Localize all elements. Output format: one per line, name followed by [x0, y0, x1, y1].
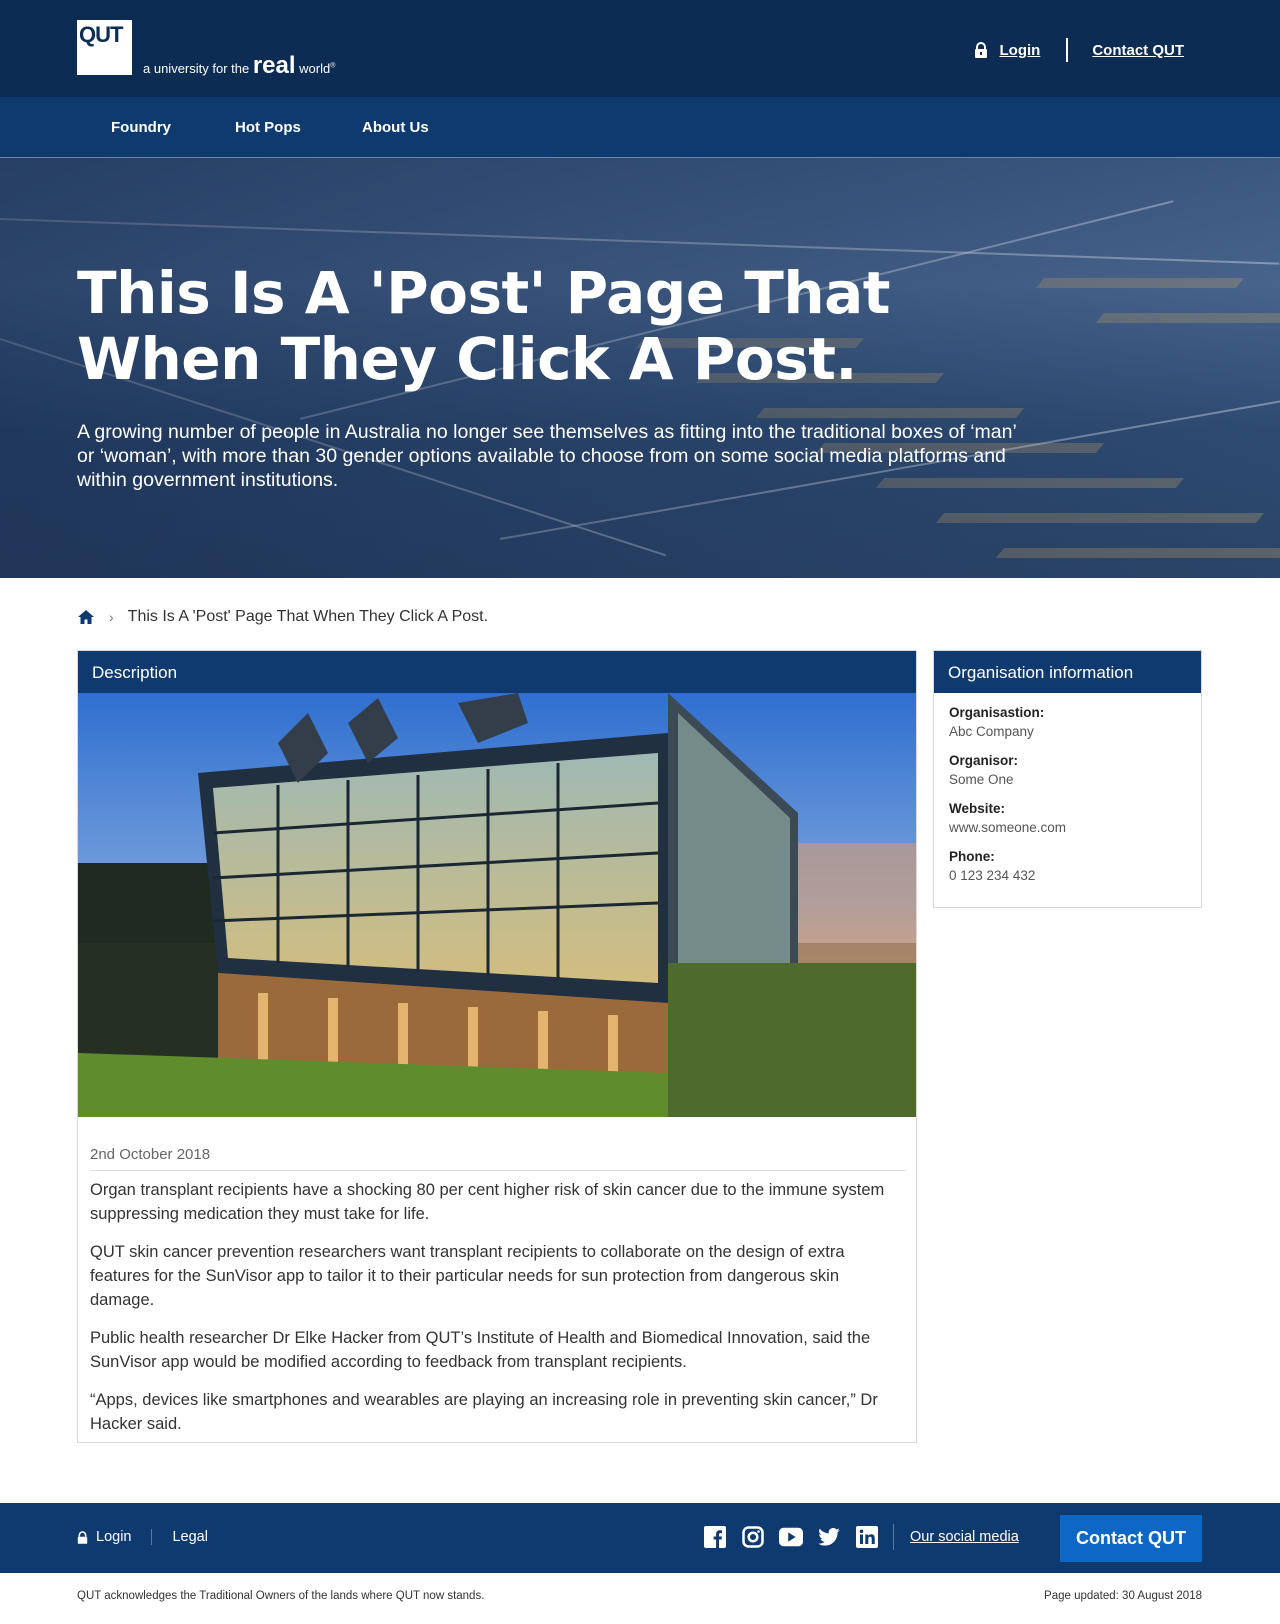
linkedin-icon[interactable]	[855, 1525, 879, 1549]
tagline-mark: ®	[330, 62, 336, 70]
site-header: QUT a university for the real world® Log…	[0, 0, 1280, 97]
youtube-icon[interactable]	[779, 1525, 803, 1549]
tagline-world: world	[299, 61, 331, 76]
breadcrumb: › This Is A 'Post' Page That When They C…	[77, 608, 488, 626]
footer-divider	[151, 1529, 153, 1545]
organisation-heading: Organisation information	[934, 651, 1201, 693]
breadcrumb-current: This Is A 'Post' Page That When They Cli…	[127, 608, 489, 625]
header-contact-link[interactable]: Contact QUT	[1092, 42, 1184, 59]
social-links: Our social media	[703, 1524, 1019, 1550]
post-paragraph: QUT skin cancer prevention researchers w…	[90, 1243, 845, 1309]
description-panel: Description 2nd October 2018 Organ trans…	[77, 650, 917, 1443]
home-icon[interactable]	[77, 609, 95, 625]
site-footer: Login Legal Our social media Contact QUT	[0, 1503, 1280, 1573]
description-heading: Description	[78, 651, 916, 693]
header-divider	[1066, 38, 1069, 62]
hero-intro: A growing number of people in Australia …	[77, 421, 1017, 491]
post-paragraph: Organ transplant recipients have a shock…	[90, 1181, 885, 1223]
org-label: Organisastion:	[949, 705, 1045, 720]
nav-item-about-us[interactable]: About Us	[362, 119, 429, 136]
nav-item-foundry[interactable]: Foundry	[111, 119, 171, 136]
instagram-icon[interactable]	[741, 1525, 765, 1549]
organisation-panel: Organisation information Organisastion: …	[933, 650, 1202, 908]
building-photo	[78, 693, 916, 1117]
qut-logo[interactable]: QUT	[77, 20, 132, 75]
footer-legal-link[interactable]: Legal	[172, 1529, 207, 1545]
page-title: This Is A 'Post' Page That When They Cli…	[77, 259, 891, 393]
org-value: 0 123 234 432	[949, 868, 1036, 883]
org-label: Organisor:	[949, 753, 1019, 768]
facebook-icon[interactable]	[703, 1525, 727, 1549]
footer-links: Login Legal	[77, 1529, 208, 1545]
tagline-real: real	[252, 52, 296, 79]
tagline: a university for the real world®	[143, 52, 335, 80]
post-date: 2nd October 2018	[90, 1146, 906, 1171]
header-actions: Login Contact QUT	[974, 38, 1184, 62]
twitter-icon[interactable]	[817, 1525, 841, 1549]
page-updated-text: Page updated: 30 August 2018	[1044, 1590, 1202, 1602]
header-login-link[interactable]: Login	[1000, 42, 1041, 59]
footer-login-link[interactable]: Login	[96, 1529, 131, 1545]
lock-icon	[974, 42, 988, 58]
post-paragraph: Public health researcher Dr Elke Hacker …	[90, 1329, 871, 1371]
logo-text: QUT	[79, 22, 123, 47]
lock-icon	[77, 1530, 88, 1544]
main-nav: Foundry Hot Pops About Us	[0, 97, 1280, 158]
org-label: Phone:	[949, 849, 995, 864]
our-social-media-link[interactable]: Our social media	[910, 1529, 1019, 1545]
hero-banner: This Is A 'Post' Page That When They Cli…	[0, 158, 1280, 578]
org-value: Some One	[949, 772, 1014, 787]
org-label: Website:	[949, 801, 1006, 816]
tagline-prefix: a university for the	[143, 61, 250, 76]
footer-contact-button[interactable]: Contact QUT	[1060, 1515, 1202, 1562]
org-value: www.someone.com	[949, 820, 1067, 835]
organisation-details: Organisastion: Abc Company Organisor: So…	[934, 693, 1201, 883]
social-divider	[893, 1524, 894, 1550]
acknowledgement-text: QUT acknowledges the Traditional Owners …	[77, 1590, 485, 1602]
nav-item-hot-pops[interactable]: Hot Pops	[235, 119, 301, 136]
breadcrumb-separator: ›	[109, 609, 114, 625]
org-value: Abc Company	[949, 724, 1034, 739]
post-body: Organ transplant recipients have a shock…	[90, 1178, 906, 1450]
post-paragraph: “Apps, devices like smartphones and wear…	[90, 1391, 878, 1433]
